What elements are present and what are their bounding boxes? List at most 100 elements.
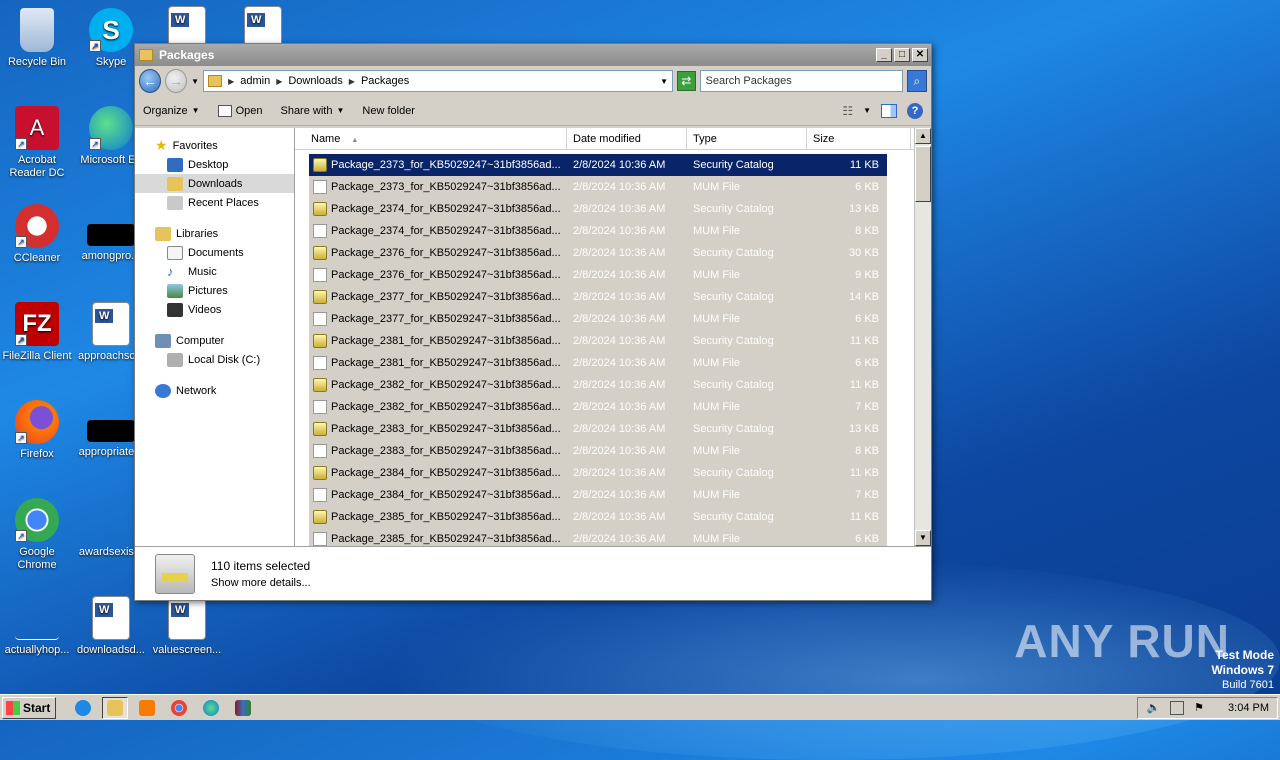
breadcrumb-packages[interactable]: Packages [361,75,409,87]
preview-pane-icon[interactable] [881,103,897,118]
file-name: Package_2382_for_KB5029247~31bf3856ad... [331,401,561,413]
open-button[interactable]: Open [217,104,262,117]
file-row[interactable]: Package_2383_for_KB5029247~31bf3856ad...… [309,440,887,462]
file-row[interactable]: Package_2382_for_KB5029247~31bf3856ad...… [309,374,887,396]
file-row[interactable]: Package_2373_for_KB5029247~31bf3856ad...… [309,176,887,198]
address-box[interactable]: ▶ admin ▶ Downloads ▶ Packages ▼ [203,70,674,92]
window-titlebar[interactable]: Packages _ □ ✕ [135,44,931,66]
column-header-size[interactable]: Size [807,128,911,149]
forward-button[interactable]: → [165,69,188,93]
nav-documents[interactable]: Documents [135,243,294,262]
help-icon[interactable]: ? [907,102,923,119]
nav-local-disk[interactable]: Local Disk (C:) [135,350,294,369]
desktop-icon-recycle-bin[interactable]: Recycle Bin [0,8,74,69]
action-center-flag-icon[interactable]: ⚑ [1194,701,1204,714]
nav-recent-places[interactable]: Recent Places [135,193,294,212]
desktop-icon-filezilla[interactable]: FZ ↗ FileZilla Client [0,302,74,363]
address-dropdown-icon[interactable]: ▼ [660,77,668,86]
file-name-cell: Package_2381_for_KB5029247~31bf3856ad... [309,334,567,348]
desktop-icon-valuescreen[interactable]: W valuescreen... [150,596,224,657]
recent-places-icon [167,195,183,210]
column-header-name[interactable]: Name ▲ [295,128,567,149]
breadcrumb-downloads[interactable]: Downloads [288,75,342,87]
file-row[interactable]: Package_2381_for_KB5029247~31bf3856ad...… [309,352,887,374]
file-date: 2/8/2024 10:36 AM [573,225,666,237]
desktop-icon-downloadsd[interactable]: W downloadsd... [74,596,148,657]
file-row[interactable]: Package_2384_for_KB5029247~31bf3856ad...… [309,484,887,506]
search-input[interactable]: Search Packages [699,70,903,92]
share-with-button[interactable]: Share with ▼ [280,105,344,117]
organize-button[interactable]: Organize ▼ [143,105,200,117]
nav-music[interactable]: ♪ Music [135,262,294,281]
file-name-cell: Package_2383_for_KB5029247~31bf3856ad... [309,422,567,436]
anyrun-watermark: ANY RUN [1014,615,1230,667]
chevron-down-icon[interactable]: ▼ [863,106,871,115]
desktop-icon-acrobat[interactable]: A ↗ Acrobat Reader DC [0,106,74,180]
file-row[interactable]: Package_2377_for_KB5029247~31bf3856ad...… [309,286,887,308]
file-row[interactable]: Package_2376_for_KB5029247~31bf3856ad...… [309,242,887,264]
file-row[interactable]: Package_2374_for_KB5029247~31bf3856ad...… [309,198,887,220]
close-button[interactable]: ✕ [912,48,928,62]
recent-pages-dropdown-icon[interactable]: ▼ [191,77,199,86]
network-tray-icon[interactable] [1170,700,1185,715]
nav-libraries[interactable]: Libraries [135,224,294,243]
column-header-date[interactable]: Date modified [567,128,687,149]
desktop-icon-firefox[interactable]: ↗ Firefox [0,400,74,461]
nav-computer[interactable]: Computer [135,331,294,350]
file-row[interactable]: Package_2385_for_KB5029247~31bf3856ad...… [309,506,887,528]
mum-file-icon [313,488,327,502]
nav-network[interactable]: Network [135,381,294,400]
nav-desktop[interactable]: Desktop [135,155,294,174]
file-row[interactable]: Package_2374_for_KB5029247~31bf3856ad...… [309,220,887,242]
vertical-scrollbar[interactable]: ▲ ▼ [914,128,931,546]
view-options-icon[interactable]: ☷ [842,104,853,118]
file-row[interactable]: Package_2385_for_KB5029247~31bf3856ad...… [309,528,887,546]
file-date: 2/8/2024 10:36 AM [573,467,666,479]
taskbar-explorer[interactable] [102,696,128,719]
address-bar-row: ← → ▼ ▶ admin ▶ Downloads ▶ Packages ▼ ⇄… [135,66,931,96]
search-icon[interactable]: ⌕ [906,70,927,92]
file-type: MUM File [693,357,741,369]
scroll-thumb[interactable] [915,146,931,202]
desktop-icon-ccleaner[interactable]: ↗ CCleaner [0,204,74,265]
taskbar-chrome[interactable] [166,697,192,719]
show-more-details-link[interactable]: Show more details... [211,577,311,589]
nav-videos[interactable]: Videos [135,300,294,319]
file-type: Security Catalog [693,511,774,523]
refresh-button[interactable]: ⇄ [677,71,696,91]
file-row[interactable]: Package_2376_for_KB5029247~31bf3856ad...… [309,264,887,286]
file-type: MUM File [693,533,741,545]
file-row[interactable]: Package_2377_for_KB5029247~31bf3856ad...… [309,308,887,330]
maximize-button[interactable]: □ [894,48,910,62]
file-size: 11 KB [849,467,879,479]
nav-favorites[interactable]: ★ Favorites [135,136,294,155]
taskbar-media-player[interactable] [134,697,160,719]
new-folder-button[interactable]: New folder [362,105,415,117]
file-name-cell: Package_2385_for_KB5029247~31bf3856ad... [309,510,567,524]
minimize-button[interactable]: _ [876,48,892,62]
file-date: 2/8/2024 10:36 AM [573,445,666,457]
taskbar-winrar[interactable] [230,697,256,719]
file-name-cell: Package_2384_for_KB5029247~31bf3856ad... [309,488,567,502]
back-button[interactable]: ← [139,69,162,93]
breadcrumb-admin[interactable]: admin [240,75,270,87]
column-header-type[interactable]: Type [687,128,807,149]
desktop-icon-actuallyhop[interactable]: actuallyhop... [0,596,74,657]
taskbar-edge[interactable] [198,697,224,719]
explorer-window: Packages _ □ ✕ ← → ▼ ▶ admin ▶ Downloads… [134,43,932,601]
scroll-down-button[interactable]: ▼ [915,530,931,546]
file-row[interactable]: Package_2384_for_KB5029247~31bf3856ad...… [309,462,887,484]
volume-icon[interactable]: 🔈 [1146,701,1160,714]
start-button[interactable]: Start [2,696,56,719]
nav-pictures[interactable]: Pictures [135,281,294,300]
desktop-icon-chrome[interactable]: ↗ Google Chrome [0,498,74,572]
scroll-up-button[interactable]: ▲ [915,128,931,144]
clock[interactable]: 3:04 PM [1228,702,1269,714]
multiple-files-icon [155,553,195,594]
nav-downloads[interactable]: Downloads [135,174,294,193]
file-row[interactable]: Package_2381_for_KB5029247~31bf3856ad...… [309,330,887,352]
taskbar-ie[interactable] [70,697,96,719]
file-row[interactable]: Package_2383_for_KB5029247~31bf3856ad...… [309,418,887,440]
file-row[interactable]: Package_2373_for_KB5029247~31bf3856ad...… [309,154,887,176]
file-row[interactable]: Package_2382_for_KB5029247~31bf3856ad...… [309,396,887,418]
